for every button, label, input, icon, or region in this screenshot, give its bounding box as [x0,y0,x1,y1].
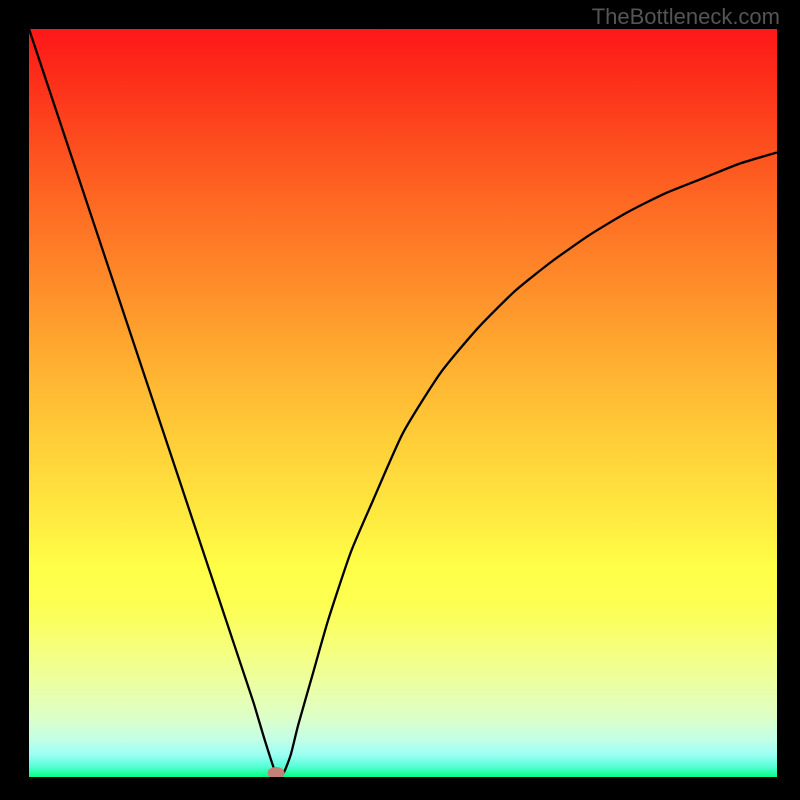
plot-area [29,29,777,777]
optimal-point-marker [267,767,284,777]
curve-svg [29,29,777,777]
watermark-text: TheBottleneck.com [592,4,780,30]
bottleneck-curve [29,29,777,775]
